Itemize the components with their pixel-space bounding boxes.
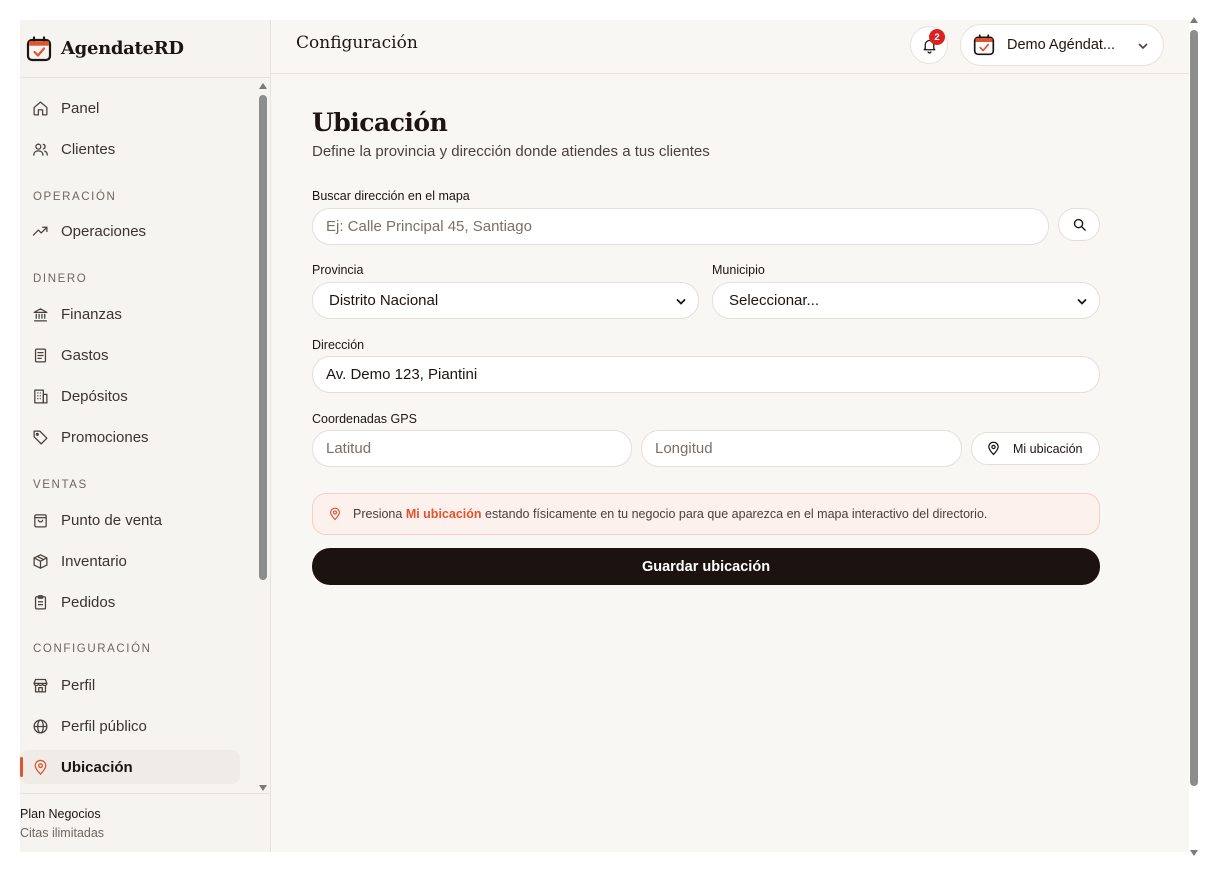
sidebar-item-perfil[interactable]: Perfil	[20, 668, 240, 702]
my-location-button[interactable]: Mi ubicación	[971, 432, 1100, 465]
users-icon	[33, 143, 48, 156]
account-name: Demo Agéndat...	[1007, 37, 1116, 53]
sidebar-item-promociones[interactable]: Promociones	[20, 420, 240, 454]
section-configuracion: CONFIGURACIÓN	[33, 643, 152, 655]
chevron-down-icon	[1077, 299, 1087, 305]
hint-prefix: Presiona	[353, 507, 406, 521]
hint-suffix: estando físicamente en tu negocio para q…	[481, 507, 988, 521]
sidebar-item-label: Operaciones	[61, 222, 147, 240]
account-menu-button[interactable]: Demo Agéndat...	[960, 24, 1164, 66]
sidebar-item-label: Ubicación	[61, 758, 133, 776]
sidebar-nav: Panel Clientes OPERACIÓN Operaciones DIN…	[20, 79, 270, 793]
hint-emphasis: Mi ubicación	[405, 507, 482, 521]
page-header-title: Configuración	[296, 33, 418, 53]
receipt-icon	[34, 347, 47, 363]
sidebar-item-label: Punto de venta	[61, 511, 162, 529]
page-scrollbar-thumb[interactable]	[1190, 30, 1198, 786]
sidebar-item-label: Perfil	[61, 676, 96, 694]
my-location-label: Mi ubicación	[1013, 441, 1083, 456]
scroll-down-arrow-icon[interactable]	[1190, 850, 1198, 856]
map-pin-icon	[330, 507, 340, 521]
address-search-input[interactable]	[312, 208, 1049, 245]
sidebar-item-perfil-publico[interactable]: Perfil público	[20, 709, 240, 743]
scroll-up-arrow-icon[interactable]	[1190, 17, 1198, 23]
map-pin-icon	[34, 759, 47, 775]
sidebar-item-pedidos[interactable]: Pedidos	[20, 585, 240, 619]
province-label: Provincia	[312, 263, 364, 277]
sidebar-item-clientes[interactable]: Clientes	[20, 132, 240, 166]
tag-icon	[33, 429, 48, 445]
address-label: Dirección	[312, 338, 365, 352]
province-value: Distrito Nacional	[329, 292, 439, 309]
page-scrollbar[interactable]	[1189, 17, 1200, 856]
scrollbar-thumb[interactable]	[259, 95, 267, 580]
gps-label: Coordenadas GPS	[312, 412, 417, 426]
trend-icon	[32, 226, 48, 236]
location-hint-banner: Presiona Mi ubicación estando físicament…	[312, 493, 1100, 535]
home-icon	[33, 100, 48, 116]
notifications-button[interactable]: 2	[910, 26, 948, 64]
sidebar-item-gastos[interactable]: Gastos	[20, 338, 240, 372]
store-icon	[33, 678, 48, 693]
brand[interactable]: AgendateRD	[20, 20, 270, 78]
save-location-button[interactable]: Guardar ubicación	[312, 548, 1100, 585]
plan-name: Plan Negocios	[20, 807, 101, 821]
sidebar-item-label: Depósitos	[61, 387, 128, 405]
sidebar-item-operaciones[interactable]: Operaciones	[20, 214, 240, 248]
sidebar-item-label: Pedidos	[61, 593, 116, 611]
longitude-input[interactable]	[641, 430, 962, 467]
sidebar-item-label: Gastos	[61, 346, 109, 364]
municipality-label: Municipio	[712, 263, 765, 277]
latitude-input[interactable]	[312, 430, 632, 467]
globe-icon	[33, 718, 48, 734]
scroll-down-arrow-icon[interactable]	[259, 785, 267, 791]
sidebar-item-depositos[interactable]: Depósitos	[20, 379, 240, 413]
bag-icon	[34, 513, 47, 528]
plan-info: Plan Negocios Citas ilimitadas	[20, 793, 270, 852]
sidebar-item-label: Perfil público	[61, 717, 147, 735]
map-pin-icon	[988, 441, 999, 456]
address-input[interactable]	[312, 356, 1100, 393]
search-label: Buscar dirección en el mapa	[312, 189, 470, 203]
building-icon	[34, 388, 48, 404]
sidebar-scrollbar[interactable]	[257, 81, 269, 793]
top-header: Configuración 2 Demo Agéndat...	[271, 20, 1189, 74]
municipality-value: Seleccionar...	[729, 292, 820, 309]
plan-detail: Citas ilimitadas	[20, 826, 105, 840]
brand-name: AgendateRD	[61, 38, 184, 59]
calendar-check-logo-icon	[26, 35, 52, 61]
clipboard-icon	[34, 594, 47, 610]
province-select[interactable]: Distrito Nacional	[312, 282, 699, 319]
section-ventas: VENTAS	[33, 479, 88, 491]
sidebar-item-ubicacion[interactable]: Ubicación	[20, 750, 240, 784]
chevron-down-icon	[676, 299, 686, 305]
sidebar-item-label: Finanzas	[61, 305, 122, 323]
page-title: Ubicación	[312, 108, 448, 137]
page-subtitle: Define la provincia y dirección donde at…	[312, 143, 710, 160]
sidebar-item-label: Panel	[61, 99, 100, 117]
notification-count-badge: 2	[929, 29, 945, 45]
sidebar-item-punto-de-venta[interactable]: Punto de venta	[20, 503, 240, 537]
scroll-up-arrow-icon[interactable]	[259, 83, 267, 89]
sidebar: AgendateRD Panel Clientes OPERACIÓN Oper…	[20, 20, 271, 852]
sidebar-item-finanzas[interactable]: Finanzas	[20, 297, 240, 331]
chevron-down-icon	[1138, 43, 1148, 50]
active-indicator	[20, 757, 23, 777]
sidebar-item-label: Inventario	[61, 552, 127, 570]
hint-text: Presiona Mi ubicación estando físicament…	[353, 507, 987, 521]
municipality-select[interactable]: Seleccionar...	[712, 282, 1100, 319]
search-icon	[1073, 218, 1086, 231]
box-icon	[33, 553, 48, 569]
sidebar-item-inventario[interactable]: Inventario	[20, 544, 240, 578]
bank-icon	[33, 307, 48, 322]
search-button[interactable]	[1058, 208, 1100, 241]
sidebar-item-panel[interactable]: Panel	[20, 91, 240, 125]
business-avatar-icon	[973, 34, 995, 56]
sidebar-item-label: Promociones	[61, 428, 149, 446]
section-operacion: OPERACIÓN	[33, 191, 117, 203]
sidebar-item-label: Clientes	[61, 140, 116, 158]
section-dinero: DINERO	[33, 273, 88, 285]
